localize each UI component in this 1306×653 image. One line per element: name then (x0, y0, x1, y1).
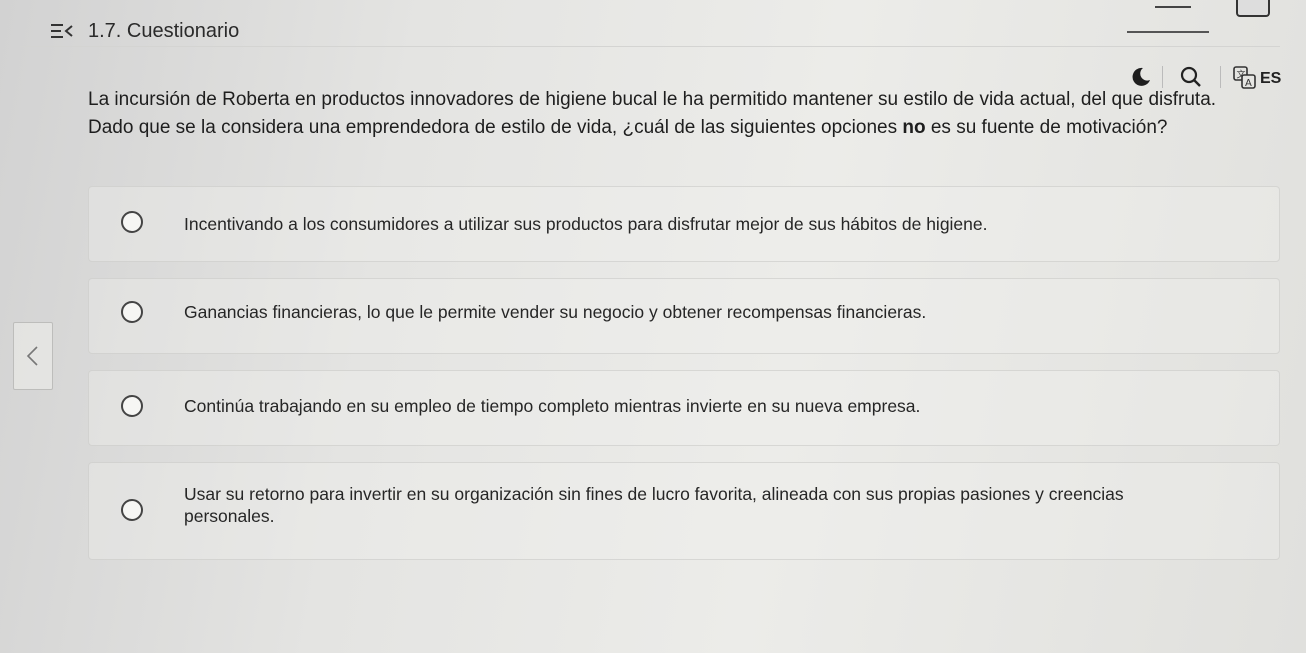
radio-button[interactable] (121, 301, 143, 323)
question-line-2-start: Dado que se la considera una emprendedor… (88, 117, 903, 138)
section-title: 1.7. Cuestionario (88, 20, 240, 42)
option-label: Incentivando a los consumidores a utiliz… (184, 214, 988, 234)
radio-button[interactable] (121, 395, 143, 417)
question-line-2-end: es su fuente de motivación? (925, 117, 1168, 138)
header: 1.7. Cuestionario (0, 0, 1306, 64)
menu-collapse-icon[interactable] (50, 20, 74, 44)
moon-icon[interactable] (1130, 66, 1152, 88)
header-divider (20, 46, 1280, 47)
top-dash-mark (1127, 31, 1209, 33)
question-line-1: La incursión de Roberta en productos inn… (88, 89, 1217, 110)
previous-button[interactable] (13, 322, 53, 390)
option-item-1[interactable]: Incentivando a los consumidores a utiliz… (88, 186, 1280, 262)
top-edge-mark (1155, 0, 1191, 8)
toolbar-divider (1220, 66, 1221, 88)
chevron-left-icon (26, 346, 38, 366)
option-item-4[interactable]: Usar su retorno para invertir en su orga… (88, 462, 1280, 560)
option-item-3[interactable]: Continúa trabajando en su empleo de tiem… (88, 370, 1280, 446)
question-line-2: Dado que se la considera una emprendedor… (88, 114, 1278, 142)
toolbar-divider (1162, 66, 1163, 88)
question-emphasis: no (902, 117, 926, 138)
option-label: Usar su retorno para invertir en su orga… (184, 484, 1124, 526)
option-label: Ganancias financieras, lo que le permite… (184, 302, 927, 322)
question-text: La incursión de Roberta en productos inn… (88, 86, 1278, 142)
radio-button[interactable] (121, 211, 143, 233)
option-label: Continúa trabajando en su empleo de tiem… (184, 396, 921, 416)
option-item-2[interactable]: Ganancias financieras, lo que le permite… (88, 278, 1280, 354)
radio-button[interactable] (121, 499, 143, 521)
top-edge-box (1236, 0, 1270, 17)
